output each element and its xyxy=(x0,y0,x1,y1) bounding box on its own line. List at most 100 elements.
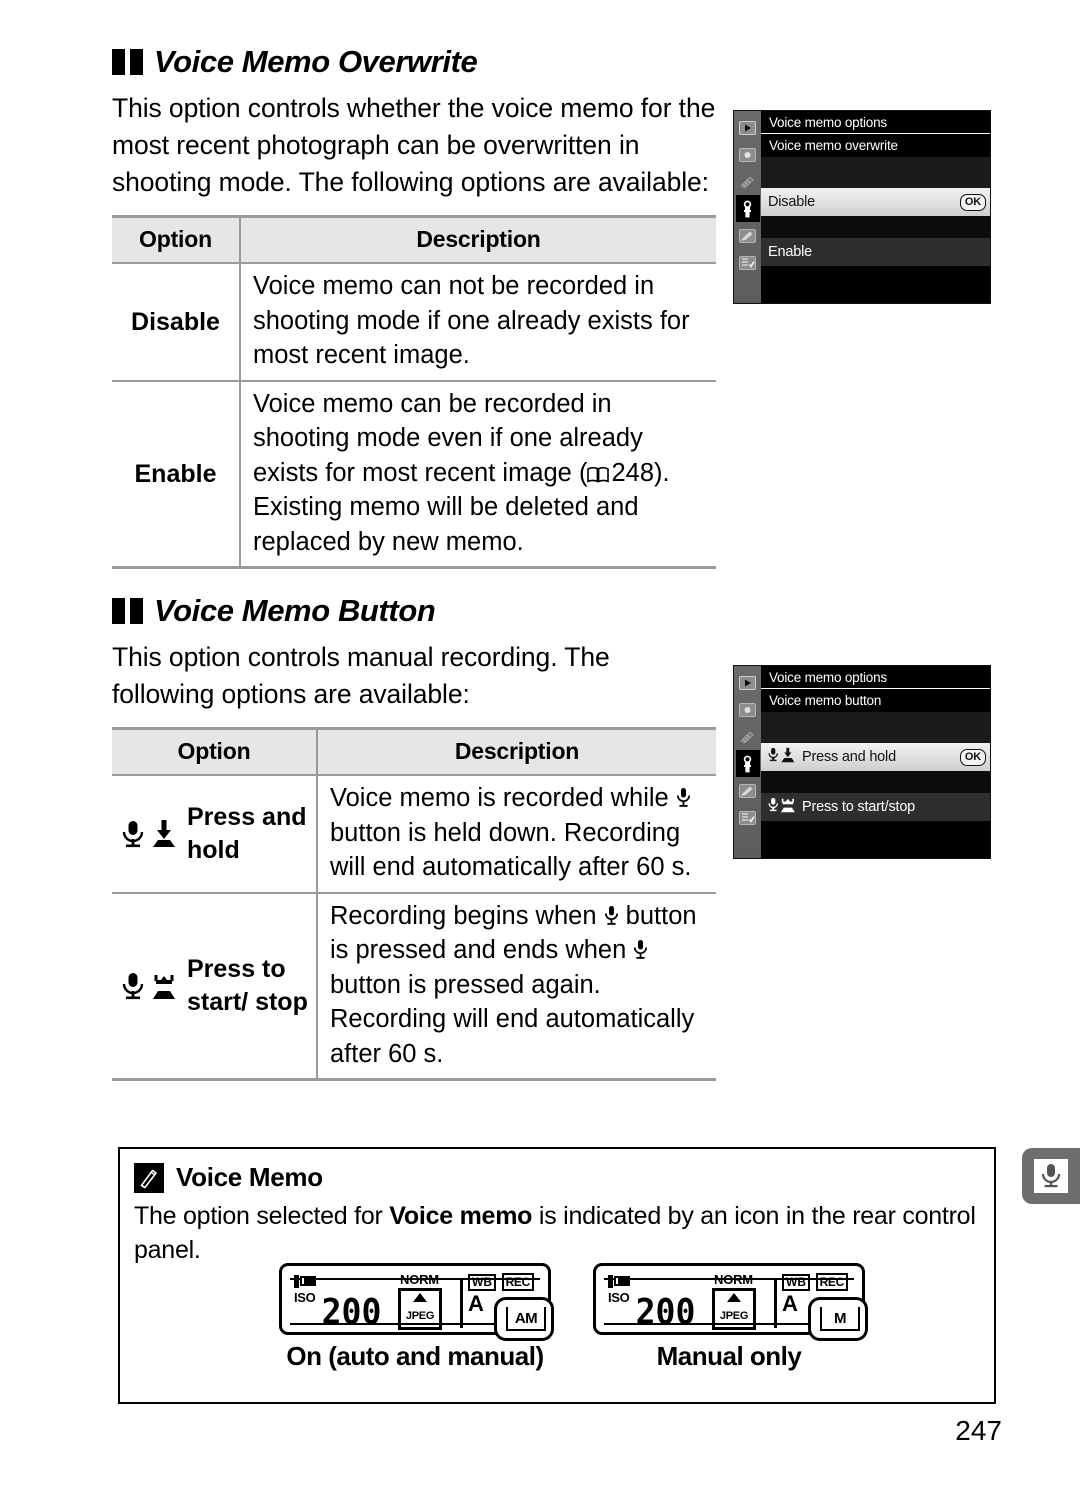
voice-memo-mode-inner: AM xyxy=(506,1307,546,1331)
panel-caption: On (auto and manual) xyxy=(286,1341,544,1371)
iso-value: 200 xyxy=(635,1292,696,1333)
desc-hold-part1: Voice memo is recorded while xyxy=(330,784,676,812)
description-press-to-start-stop: Recording begins when button is pressed … xyxy=(317,892,716,1081)
menu-subtitle: Voice memo overwrite xyxy=(761,134,990,157)
option-enable: Enable xyxy=(112,380,241,569)
table-header-row: Option Description xyxy=(112,727,716,776)
retouch-menu-icon[interactable] xyxy=(736,222,760,249)
voice-memo-mode-label: M xyxy=(834,1309,847,1327)
mic-press-and-hold-icon xyxy=(768,747,798,768)
note-header: Voice Memo xyxy=(120,1149,994,1193)
iso-label: ISO xyxy=(294,1290,316,1305)
control-panel-illustrations: ISO 200 NORM JPEG WB A REC AM On (auto a… xyxy=(120,1263,998,1372)
microphone-inline-icon xyxy=(604,903,619,927)
wb-value: A xyxy=(782,1291,798,1316)
playback-icon[interactable] xyxy=(736,669,760,696)
menu-item-press-and-hold[interactable]: Press and hold OK xyxy=(761,743,990,771)
format-arrow-icon xyxy=(727,1293,741,1302)
menu-item-enable-label: Enable xyxy=(768,244,812,260)
table-row: Disable Voice memo can not be recorded i… xyxy=(112,263,716,382)
option-press-and-hold: Press and hold xyxy=(112,775,318,894)
voice-memo-mode-box: AM xyxy=(494,1297,554,1341)
page-reference-icon xyxy=(587,466,610,483)
note-text: The option selected for Voice memo is in… xyxy=(120,1193,994,1267)
menu-item-press-to-start-stop[interactable]: Press to start/stop xyxy=(761,793,990,821)
recent-settings-icon[interactable] xyxy=(736,249,760,276)
menu-item-press-to-start-stop-label: Press to start/stop xyxy=(802,799,916,815)
lcd-divider xyxy=(460,1278,463,1328)
page-reference-number: 248 xyxy=(611,458,654,487)
mic-press-start-stop-icon xyxy=(120,971,179,1001)
battery-icon xyxy=(294,1275,318,1288)
content-column: Voice Memo Overwrite This option control… xyxy=(112,44,716,1087)
ok-badge: OK xyxy=(959,193,986,211)
rec-indicator: REC xyxy=(815,1273,848,1291)
table-row: Press to start/ stop Recording begins wh… xyxy=(112,892,716,1081)
format-arrow-icon xyxy=(413,1293,427,1302)
setup-menu-icon[interactable] xyxy=(735,195,760,222)
desc-startstop-part3: button is pressed again. Recording will … xyxy=(330,970,695,1068)
format-label: JPEG xyxy=(719,1310,749,1322)
rec-indicator: REC xyxy=(501,1273,534,1291)
recent-settings-icon[interactable] xyxy=(736,804,760,831)
menu-screen: Voice memo options Voice memo overwrite … xyxy=(761,111,990,303)
menu-spacer xyxy=(761,157,990,188)
note-text-bold: Voice memo xyxy=(389,1202,533,1230)
menu-icon-rail xyxy=(734,111,761,303)
menu-spacer xyxy=(761,216,990,238)
format-box: JPEG xyxy=(398,1288,442,1330)
description-press-and-hold: Voice memo is recorded while button is h… xyxy=(317,775,716,894)
quality-label: NORM xyxy=(400,1272,439,1287)
menu-screen: Voice memo options Voice memo button Pre… xyxy=(761,666,990,858)
shooting-menu-icon[interactable] xyxy=(736,141,760,168)
column-header-option: Option xyxy=(112,215,241,264)
camera-menu-voice-memo-button: Voice memo options Voice memo button Pre… xyxy=(733,665,991,859)
option-disable: Disable xyxy=(112,263,241,382)
format-box: JPEG xyxy=(712,1288,756,1330)
menu-item-press-and-hold-label: Press and hold xyxy=(802,749,896,765)
playback-icon[interactable] xyxy=(736,114,760,141)
format-label: JPEG xyxy=(405,1310,435,1322)
column-header-option: Option xyxy=(112,727,318,776)
custom-settings-icon[interactable] xyxy=(736,723,760,750)
section-heading-voice-memo-button: Voice Memo Button xyxy=(112,593,716,629)
description-disable: Voice memo can not be recorded in shooti… xyxy=(240,263,716,382)
note-box-voice-memo: Voice Memo The option selected for Voice… xyxy=(118,1147,996,1404)
section2-paragraph: This option controls manual recording. T… xyxy=(112,642,610,709)
heading-marker-icon xyxy=(112,49,143,75)
wb-label: WB xyxy=(468,1274,496,1291)
menu-item-disable[interactable]: Disable OK xyxy=(761,188,990,216)
voice-memo-mode-inner: M xyxy=(820,1307,860,1331)
side-tab-voice-memo xyxy=(1022,1148,1080,1204)
wb-label: WB xyxy=(782,1274,810,1291)
manual-page: Voice Memo Overwrite This option control… xyxy=(0,0,1080,1486)
section-heading-voice-memo-overwrite: Voice Memo Overwrite xyxy=(112,44,716,80)
retouch-menu-icon[interactable] xyxy=(736,777,760,804)
setup-menu-icon[interactable] xyxy=(735,750,760,777)
table-row: Enable Voice memo can be recorded in sho… xyxy=(112,380,716,569)
menu-subtitle: Voice memo button xyxy=(761,689,990,712)
option-press-to-start-stop-label: Press to start/ stop xyxy=(187,954,308,1016)
desc-startstop-part1: Recording begins when xyxy=(330,901,604,930)
section1-paragraph: This option controls whether the voice m… xyxy=(112,93,716,197)
custom-settings-icon[interactable] xyxy=(736,168,760,195)
menu-icon-rail xyxy=(734,666,761,858)
menu-item-disable-label: Disable xyxy=(768,194,815,210)
lcd-divider xyxy=(774,1278,777,1328)
microphone-inline-icon xyxy=(676,785,691,809)
menu-title: Voice memo options xyxy=(761,666,990,689)
column-header-description: Description xyxy=(317,727,716,776)
menu-spacer xyxy=(761,712,990,743)
microphone-inline-icon xyxy=(633,937,648,961)
section1-heading-text: Voice Memo Overwrite xyxy=(154,44,478,79)
table-row: Press and hold Voice memo is recorded wh… xyxy=(112,775,716,894)
voice-memo-button-table: Option Description Press and hold Voice … xyxy=(112,727,716,1081)
voice-memo-mode-box: M xyxy=(808,1297,868,1341)
menu-item-enable[interactable]: Enable xyxy=(761,238,990,266)
mic-press-and-hold-icon xyxy=(120,819,179,849)
camera-menu-voice-memo-overwrite: Voice memo options Voice memo overwrite … xyxy=(733,110,991,304)
description-enable-part1: Voice memo can be recorded in shooting m… xyxy=(253,389,643,487)
option-press-and-hold-label: Press and hold xyxy=(187,802,307,864)
shooting-menu-icon[interactable] xyxy=(736,696,760,723)
quality-label: NORM xyxy=(714,1272,753,1287)
